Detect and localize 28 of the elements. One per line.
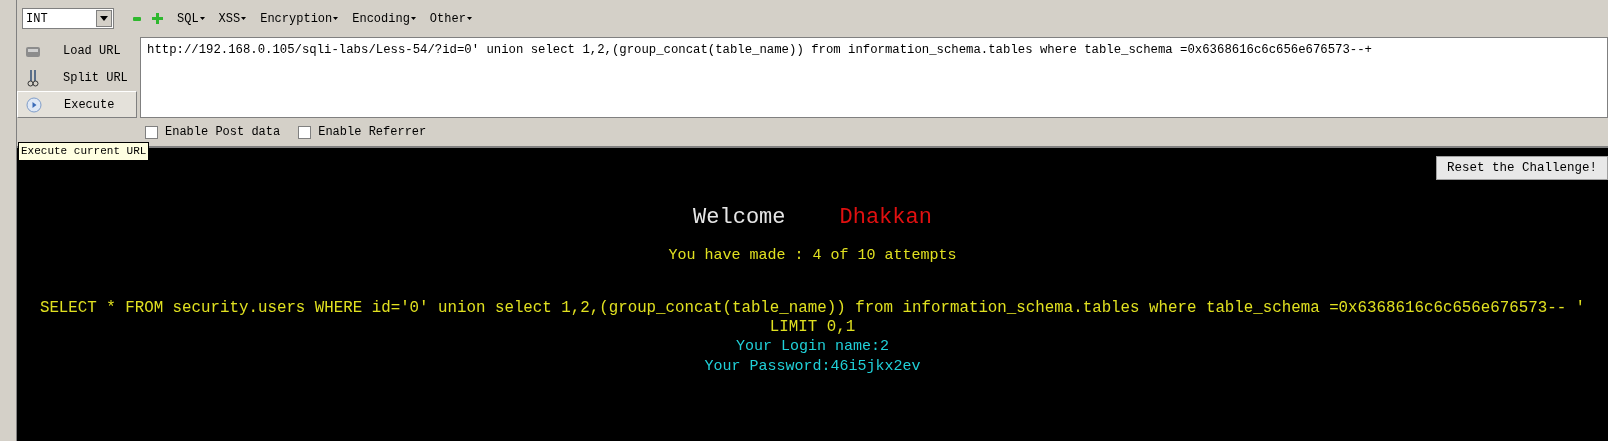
welcome-text: Welcome bbox=[693, 204, 786, 232]
scissors-icon bbox=[25, 68, 41, 87]
menu-item[interactable]: XSS bbox=[218, 9, 247, 28]
checkbox-label: Enable Referrer bbox=[318, 124, 427, 141]
query-text: SELECT * FROM security.users WHERE id='0' union select 1,2,(group_concat(table_name)) from information_schema.tables where table_schema =0x6368616c6c656e676573-- ' LIMIT 0,1 bbox=[38, 298, 1587, 337]
menu-item[interactable]: SQL bbox=[177, 9, 205, 28]
tooltip: Execute current URL bbox=[18, 142, 150, 161]
action-button[interactable]: Execute bbox=[17, 91, 137, 118]
login-name-text: Your Login name:2 bbox=[735, 336, 890, 357]
caret-icon bbox=[410, 17, 416, 20]
action-button[interactable]: Split URL bbox=[17, 64, 137, 91]
play-icon bbox=[26, 96, 42, 113]
checkbox[interactable] bbox=[298, 125, 312, 139]
attempts-text: You have made : 4 of 10 attempts bbox=[667, 246, 958, 266]
caret-icon bbox=[199, 17, 205, 20]
caret-icon bbox=[241, 17, 247, 20]
menu-item[interactable]: Encoding bbox=[352, 9, 416, 28]
action-button[interactable]: Load URL bbox=[17, 37, 137, 64]
caret-icon bbox=[333, 17, 339, 20]
reset-button[interactable]: Reset the Challenge! bbox=[1435, 156, 1608, 180]
type-select[interactable]: INT bbox=[22, 8, 114, 29]
username-text: Dhakkan bbox=[839, 204, 932, 232]
password-text: Your Password:46i5jkx2ev bbox=[703, 356, 922, 377]
menu-item[interactable]: Other bbox=[429, 9, 472, 28]
checkbox[interactable] bbox=[145, 125, 158, 139]
menu-item[interactable]: Encryption bbox=[260, 9, 339, 28]
checkbox-label: Enable Post data bbox=[165, 124, 281, 141]
caret-icon bbox=[466, 17, 472, 20]
